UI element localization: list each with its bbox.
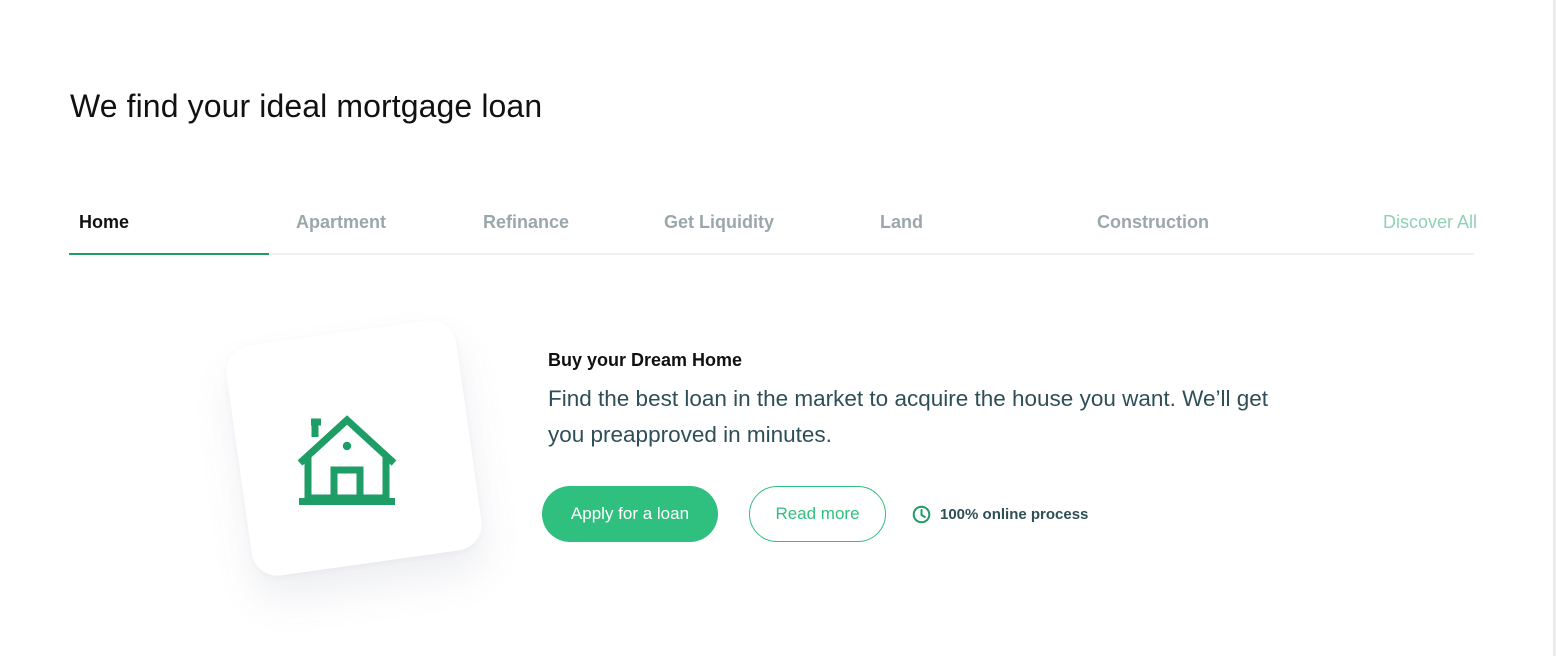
content-description: Find the best loan in the market to acqu… [548, 386, 1268, 447]
active-tab-indicator [69, 253, 269, 255]
page-title: We find your ideal mortgage loan [70, 88, 543, 124]
tab-refinance[interactable]: Refinance [483, 212, 569, 233]
content-heading: Buy your Dream Home [548, 350, 743, 370]
online-process-text: 100% online process [940, 506, 1089, 523]
loan-content: Buy your Dream Home Find the best loan i… [548, 350, 1308, 453]
apply-for-loan-button[interactable]: Apply for a loan [542, 486, 718, 542]
online-process-badge: 100% online process [912, 505, 1088, 524]
loan-type-tabs: Home Apartment Refinance Get Liquidity L… [69, 200, 1474, 255]
tab-apartment[interactable]: Apartment [296, 212, 386, 233]
clock-icon [912, 505, 931, 524]
page: We find your ideal mortgage loan Home Ap… [0, 0, 1556, 656]
read-more-button[interactable]: Read more [749, 486, 886, 542]
tab-land[interactable]: Land [880, 212, 923, 233]
tab-get-liquidity[interactable]: Get Liquidity [664, 212, 774, 233]
discover-all-link[interactable]: Discover All [1383, 212, 1477, 233]
house-icon [297, 415, 397, 505]
tab-construction[interactable]: Construction [1097, 212, 1209, 233]
tab-home[interactable]: Home [79, 212, 129, 233]
